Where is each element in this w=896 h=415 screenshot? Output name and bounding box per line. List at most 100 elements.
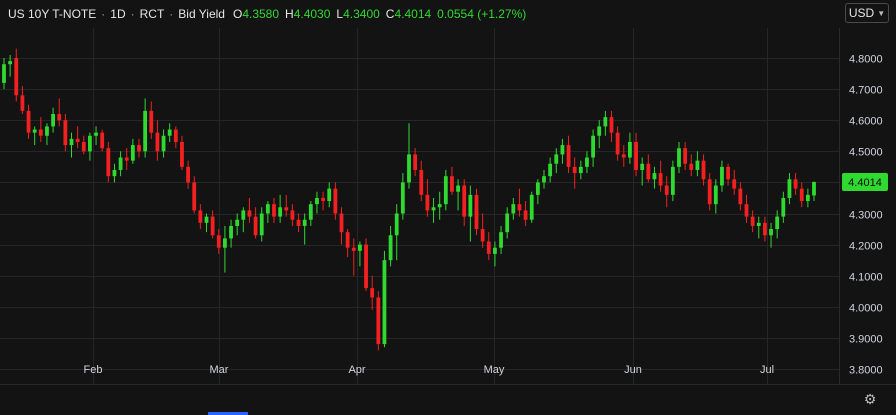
candle[interactable] [20, 85, 25, 114]
candle[interactable] [364, 238, 368, 292]
candle[interactable] [57, 98, 62, 127]
candle[interactable] [143, 98, 148, 158]
candle[interactable] [180, 135, 184, 170]
candle[interactable] [591, 129, 595, 167]
candle[interactable] [664, 176, 669, 208]
candle[interactable] [701, 154, 706, 186]
candle[interactable] [290, 204, 295, 226]
candle[interactable] [100, 129, 105, 152]
candle[interactable] [235, 213, 240, 236]
candle[interactable] [272, 197, 276, 223]
candle[interactable] [388, 225, 393, 267]
candle[interactable] [505, 207, 510, 239]
candle[interactable] [750, 210, 755, 233]
candle[interactable] [370, 275, 375, 310]
candle[interactable] [229, 219, 233, 248]
candle[interactable] [744, 194, 749, 223]
candle[interactable] [670, 160, 675, 202]
candle[interactable] [407, 123, 411, 189]
candle[interactable] [296, 213, 301, 233]
candle[interactable] [640, 157, 645, 186]
candle[interactable] [14, 48, 19, 102]
candle[interactable] [621, 145, 626, 167]
candle[interactable] [566, 135, 571, 174]
candle[interactable] [327, 182, 332, 208]
candle[interactable] [241, 207, 246, 233]
candle[interactable] [732, 169, 737, 195]
candle[interactable] [75, 126, 80, 149]
candle[interactable] [26, 104, 31, 139]
candle[interactable] [204, 213, 209, 233]
candle[interactable] [259, 207, 264, 242]
candle[interactable] [308, 201, 313, 226]
candle[interactable] [167, 123, 172, 142]
candle[interactable] [315, 191, 319, 214]
candle[interactable] [634, 132, 638, 177]
candle[interactable] [186, 160, 190, 189]
candle[interactable] [468, 185, 473, 242]
candle[interactable] [763, 216, 767, 242]
candle[interactable] [585, 151, 589, 174]
candle[interactable] [351, 238, 356, 276]
candle[interactable] [781, 191, 786, 223]
candle[interactable] [578, 160, 583, 180]
candle[interactable] [677, 141, 681, 174]
candle[interactable] [137, 138, 141, 158]
candle[interactable] [437, 191, 442, 220]
candle[interactable] [88, 132, 92, 161]
candle[interactable] [658, 160, 663, 192]
candle[interactable] [646, 154, 651, 183]
candle[interactable] [278, 194, 283, 223]
candle[interactable] [130, 138, 135, 164]
candle[interactable] [560, 138, 565, 164]
candle[interactable] [425, 179, 430, 217]
candle[interactable] [106, 141, 111, 183]
candle[interactable] [431, 197, 436, 223]
candle[interactable] [529, 191, 534, 223]
candle[interactable] [265, 201, 270, 223]
candle[interactable] [32, 126, 37, 146]
candle[interactable] [652, 166, 657, 189]
candle[interactable] [603, 110, 608, 136]
candle[interactable] [247, 197, 252, 223]
candle[interactable] [382, 250, 387, 348]
candle[interactable] [456, 179, 460, 211]
candle[interactable] [51, 107, 55, 133]
candle[interactable] [597, 120, 602, 149]
candle[interactable] [118, 151, 123, 177]
candle[interactable] [499, 225, 503, 254]
candle[interactable] [155, 120, 160, 161]
candle[interactable] [707, 173, 712, 211]
candle[interactable] [45, 123, 49, 146]
candle[interactable] [523, 201, 528, 226]
candle[interactable] [738, 182, 743, 211]
candle[interactable] [474, 188, 479, 236]
candle[interactable] [198, 204, 203, 230]
candle[interactable] [345, 229, 350, 258]
candle[interactable] [609, 110, 614, 142]
candle[interactable] [683, 141, 688, 170]
candle[interactable] [720, 160, 724, 192]
candle[interactable] [805, 188, 810, 208]
candle[interactable] [253, 207, 258, 239]
price-axis[interactable]: 4.80004.70004.60004.50004.40004.30004.20… [849, 54, 883, 377]
candle[interactable] [216, 229, 221, 254]
candle[interactable] [400, 173, 405, 220]
candle[interactable] [284, 194, 289, 217]
candle[interactable] [69, 132, 74, 158]
candle[interactable] [173, 126, 178, 149]
candle[interactable] [548, 157, 553, 183]
candle[interactable] [112, 163, 117, 183]
candle[interactable] [462, 179, 467, 226]
candle[interactable] [572, 157, 577, 189]
candle[interactable] [161, 129, 166, 158]
candle[interactable] [799, 182, 804, 208]
candlestick-chart[interactable]: 4.80004.70004.60004.50004.40004.30004.20… [0, 0, 896, 415]
candle[interactable] [793, 173, 798, 195]
candle[interactable] [376, 291, 381, 351]
candle[interactable] [689, 154, 694, 177]
candle[interactable] [321, 191, 325, 211]
candle[interactable] [769, 222, 773, 248]
candle[interactable] [450, 166, 454, 195]
candle[interactable] [358, 241, 362, 267]
